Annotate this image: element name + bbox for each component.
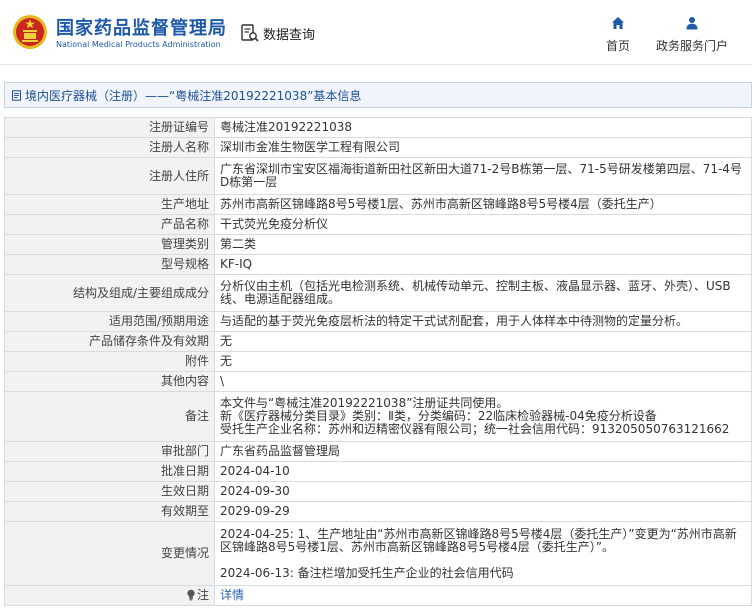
table-row: 注 详情 bbox=[4, 585, 752, 606]
row-label: 管理类别 bbox=[4, 234, 215, 255]
data-query-link[interactable]: 数据查询 bbox=[240, 22, 315, 44]
row-label: 注册证编号 bbox=[4, 117, 215, 138]
row-value: 2024-04-25: 1、生产地址由“苏州市高新区锦峰路8号5号楼4层（委托生… bbox=[214, 521, 752, 586]
note-label-cell: 注 bbox=[4, 585, 215, 606]
remark-line: 受托生产企业名称：苏州和迈精密仪器有限公司；统一社会信用代码：913205050… bbox=[220, 422, 730, 436]
user-icon bbox=[686, 17, 698, 30]
breadcrumb: 境内医疗器械（注册）——“粤械注准20192221038”基本信息 bbox=[4, 82, 752, 108]
table-row: 产品储存条件及有效期 无 bbox=[4, 331, 752, 352]
change-line: 2024-04-25: 1、生产地址由“苏州市高新区锦峰路8号5号楼4层（委托生… bbox=[220, 526, 737, 554]
table-row: 变更情况 2024-04-25: 1、生产地址由“苏州市高新区锦峰路8号5号楼4… bbox=[4, 521, 752, 586]
table-row: 其他内容 \ bbox=[4, 371, 752, 392]
row-label: 其他内容 bbox=[4, 371, 215, 392]
table-row: 管理类别 第二类 bbox=[4, 234, 752, 255]
row-label: 产品储存条件及有效期 bbox=[4, 331, 215, 352]
registration-info-table: 注册证编号 粤械注准20192221038 注册人名称 深圳市金准生物医学工程有… bbox=[4, 117, 752, 606]
table-row: 注册人名称 深圳市金准生物医学工程有限公司 bbox=[4, 137, 752, 158]
breadcrumb-text: 境内医疗器械（注册）——“粤械注准20192221038”基本信息 bbox=[25, 88, 362, 103]
table-row: 审批部门 广东省药品监督管理局 bbox=[4, 441, 752, 462]
row-label: 变更情况 bbox=[4, 521, 215, 586]
nav-home-label: 首页 bbox=[605, 39, 630, 53]
document-search-icon bbox=[241, 24, 259, 42]
table-row: 结构及组成/主要组成成分 分析仪由主机（包括光电检测系统、机械传动单元、控制主板… bbox=[4, 274, 752, 312]
table-row: 适用范围/预期用途 与适配的基于荧光免疫层析法的特定干式试剂配套，用于人体样本中… bbox=[4, 311, 752, 332]
table-row: 注册人住所 广东省深圳市宝安区福海街道新田社区新田大道71-2号B栋第一层、71… bbox=[4, 157, 752, 195]
row-value: \ bbox=[214, 371, 752, 392]
table-row: 生效日期 2024-09-30 bbox=[4, 481, 752, 502]
row-value: 2024-09-30 bbox=[214, 481, 752, 502]
row-value: 无 bbox=[214, 331, 752, 352]
row-label: 生产地址 bbox=[4, 194, 215, 215]
row-value: 2029-09-29 bbox=[214, 501, 752, 522]
row-label: 型号规格 bbox=[4, 254, 215, 275]
org-name-cn: 国家药品监督管理局 bbox=[56, 18, 227, 39]
row-label: 备注 bbox=[4, 391, 215, 442]
row-label: 生效日期 bbox=[4, 481, 215, 502]
table-row: 生产地址 苏州市高新区锦峰路8号5号楼1层、苏州市高新区锦峰路8号5号楼4层（委… bbox=[4, 194, 752, 215]
row-label: 批准日期 bbox=[4, 461, 215, 482]
table-row: 产品名称 干式荧光免疫分析仪 bbox=[4, 214, 752, 235]
row-label: 注 bbox=[196, 588, 209, 602]
row-value: 苏州市高新区锦峰路8号5号楼1层、苏州市高新区锦峰路8号5号楼4层（委托生产） bbox=[214, 194, 752, 215]
row-value: 干式荧光免疫分析仪 bbox=[214, 214, 752, 235]
site-header: 国家药品监督管理局 National Medical Products Admi… bbox=[0, 0, 752, 64]
row-value-cell: 详情 bbox=[214, 585, 752, 606]
row-label: 注册人住所 bbox=[4, 157, 215, 195]
change-line: 2024-06-13: 备注栏增加受托生产企业的社会信用代码 bbox=[220, 565, 514, 580]
table-row: 附件 无 bbox=[4, 351, 752, 372]
row-value: 与适配的基于荧光免疫层析法的特定干式试剂配套，用于人体样本中待测物的定量分析。 bbox=[214, 311, 752, 332]
table-row: 批准日期 2024-04-10 bbox=[4, 461, 752, 482]
header-divider bbox=[0, 64, 752, 65]
document-icon bbox=[12, 89, 21, 101]
row-value: 广东省深圳市宝安区福海街道新田社区新田大道71-2号B栋第一层、71-5号研发楼… bbox=[214, 157, 752, 195]
row-label: 产品名称 bbox=[4, 214, 215, 235]
row-value: 本文件与“粤械注准20192221038”注册证共同使用。 新《医疗器械分类目录… bbox=[214, 391, 752, 442]
row-value: KF-IQ bbox=[214, 254, 752, 275]
row-value: 2024-04-10 bbox=[214, 461, 752, 482]
row-value: 粤械注准20192221038 bbox=[214, 117, 752, 138]
row-label: 附件 bbox=[4, 351, 215, 372]
details-link[interactable]: 详情 bbox=[220, 588, 244, 602]
row-label: 适用范围/预期用途 bbox=[4, 311, 215, 332]
table-row: 型号规格 KF-IQ bbox=[4, 254, 752, 275]
change-line-spacer bbox=[220, 554, 747, 567]
lightbulb-icon bbox=[187, 589, 195, 601]
table-row: 有效期至 2029-09-29 bbox=[4, 501, 752, 522]
nav-service-label: 政务服务门户 bbox=[655, 39, 728, 53]
row-value: 广东省药品监督管理局 bbox=[214, 441, 752, 462]
home-icon bbox=[612, 17, 624, 29]
nav-home[interactable]: 首页 bbox=[578, 16, 658, 54]
row-value: 无 bbox=[214, 351, 752, 372]
row-value: 第二类 bbox=[214, 234, 752, 255]
row-label: 有效期至 bbox=[4, 501, 215, 522]
table-row: 注册证编号 粤械注准20192221038 bbox=[4, 117, 752, 138]
national-emblem-logo bbox=[13, 15, 47, 49]
data-query-label: 数据查询 bbox=[263, 27, 316, 43]
row-label: 结构及组成/主要组成成分 bbox=[4, 274, 215, 312]
row-label: 审批部门 bbox=[4, 441, 215, 462]
row-label: 注册人名称 bbox=[4, 137, 215, 158]
row-value: 深圳市金准生物医学工程有限公司 bbox=[214, 137, 752, 158]
table-row: 备注 本文件与“粤械注准20192221038”注册证共同使用。 新《医疗器械分… bbox=[4, 391, 752, 442]
row-value: 分析仪由主机（包括光电检测系统、机械传动单元、控制主板、液晶显示器、蓝牙、外壳）… bbox=[214, 274, 752, 312]
nav-service-portal[interactable]: 政务服务门户 bbox=[652, 16, 732, 54]
org-name-en: National Medical Products Administration bbox=[56, 40, 221, 49]
